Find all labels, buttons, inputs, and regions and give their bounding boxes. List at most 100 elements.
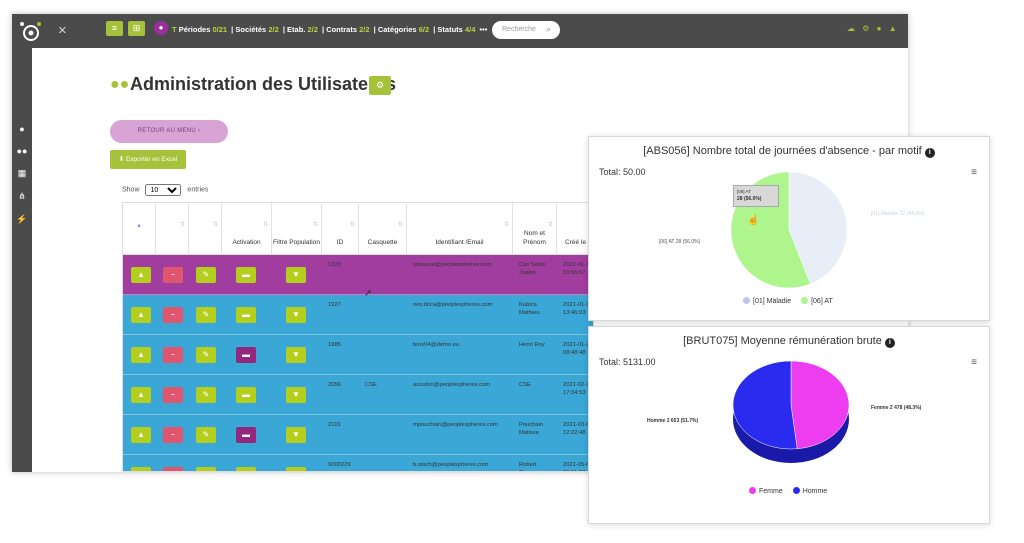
gear-icon[interactable]: ⚙ [862,24,869,33]
absence-pie-chart[interactable] [589,137,991,322]
logo-icon[interactable] [18,20,42,44]
more-filters-icon[interactable]: ••• [479,25,487,34]
activation-button[interactable]: ▬ [236,267,256,283]
activation-button[interactable]: ▬ [236,427,256,443]
close-icon[interactable]: × [58,22,67,39]
edit-button[interactable]: ✎ [196,347,216,363]
legend-item-at[interactable]: [06] AT [793,297,833,305]
cell-email: b.stach@peoplespheres.com [413,462,489,468]
table-row[interactable]: ▲ − ✎ ▬ ▼ 2056 CSE acouton@peoplespheres.com CSE… [123,375,593,415]
filter-societes[interactable]: Sociétés 2/2 [235,25,278,34]
filter-statuts[interactable]: Statuts 4/4 [437,25,475,34]
filter-bar[interactable]: T Périodes 0/21 | Sociétés 2/2 | Etab. 2… [172,25,487,34]
mouse-cursor-icon: ➚ [364,288,373,299]
edit-button[interactable]: ✎ [196,427,216,443]
cell-email: acouton@peoplespheres.com [413,382,491,388]
bell-icon[interactable]: ● [877,24,882,33]
col-header-id[interactable]: ID ⇅ [322,203,359,255]
data-label-maladie: [01] Maladie 22 (44.0%) [871,211,925,217]
hand-cursor-icon: ☝ [747,215,760,226]
col-header-email[interactable]: Identifiant /Email ⇅ [407,203,513,255]
bell-button[interactable]: ▲ [131,347,151,363]
activation-button[interactable]: ▬ [236,307,256,323]
delete-button[interactable]: − [163,467,183,471]
data-label-femme: Femme 2 478 (48.3%) [871,405,922,411]
legend-item-femme[interactable]: Femme [741,487,783,495]
table-row[interactable]: ▲ − ✎ ▬ ▼ 1985 brov04@demo.eu Henri Roy 2021-01-… [123,335,593,375]
back-to-menu-button[interactable]: RETOUR AU MENU › [110,120,228,143]
col-header-delete[interactable]: ⇅ [156,203,189,255]
user-icon[interactable]: ● [16,124,28,134]
filter-count: 2/2 [307,25,318,34]
cloud-icon[interactable]: ☁ [847,24,855,33]
bell-button[interactable]: ▲ [131,467,151,471]
sidebar: ● ●● ▦ ⋔ ⚡ [12,48,32,472]
bell-button[interactable]: ▲ [131,427,151,443]
filter-contrats[interactable]: Contrats 2/2 [326,25,369,34]
cell-nom: Robert Thomas [519,462,540,471]
filter-count: 6/2 [418,25,430,34]
top-bar: × ≡ ⊞ ● T Périodes 0/21 | Sociétés 2/2 |… [12,14,908,48]
table-row[interactable]: ▲ − ✎ ▬ ▼ 1927 nes.blica@peoplespheres.com Kubi… [123,295,593,335]
sitemap-icon[interactable]: ⋔ [16,191,28,202]
delete-button[interactable]: − [163,427,183,443]
cell-id: 1323 [328,262,341,268]
running-icon[interactable]: ⚡ [16,214,28,225]
grid-view-button[interactable]: ⊞ [128,21,145,36]
table-row[interactable]: ▲ − ✎ ▬ ▼ 2101 mpouchain@peoplespheres.com Pouc… [123,415,593,455]
filter-etab[interactable]: Etab. 2/2 [287,25,318,34]
filter-categories[interactable]: Catégories 6/2 [378,25,429,34]
activation-button[interactable]: ▬ [236,387,256,403]
col-header-casquette[interactable]: Casquette ⇅ [359,203,407,255]
edit-button[interactable]: ✎ [196,467,216,471]
user-icon[interactable]: ▲ [889,24,897,33]
filter-population-button[interactable]: ▼ [286,467,306,471]
legend-label: Femme [759,488,783,495]
cell-nom: Pouchain Matisse [519,422,544,436]
chart-tooltip: [06] AT 28 (56.0%) [733,185,779,207]
delete-button[interactable]: − [163,347,183,363]
filter-population-button[interactable]: ▼ [286,427,306,443]
cell-id: 2056 [328,382,341,388]
table-row[interactable]: ▲ − ✎ ▬ ▼ 9000229 b.stach@peoplespheres.com Rob… [123,455,593,471]
activation-button[interactable]: ▬ [236,467,256,471]
delete-button[interactable]: − [163,307,183,323]
search-input[interactable]: Recherche ⌕ [492,21,560,39]
col-header-select[interactable]: ▴ [123,203,156,255]
export-excel-button[interactable]: ⬇ Exporter en Excel [110,150,186,169]
col-header-nom[interactable]: Nom et Prénom ⇅ [513,203,557,255]
legend-item-maladie[interactable]: [01] Maladie [735,297,791,305]
entries-label: entries [187,186,209,194]
filter-population-button[interactable]: ▼ [286,307,306,323]
gear-icon[interactable]: ⚙ [369,76,391,95]
bell-button[interactable]: ▲ [131,267,151,283]
tooltip-name: [06] AT [737,189,751,194]
filter-population-button[interactable]: ▼ [286,387,306,403]
calendar-icon[interactable]: ▦ [16,168,28,179]
bell-button[interactable]: ▲ [131,387,151,403]
delete-button[interactable]: − [163,387,183,403]
entries-select[interactable]: 10 [145,184,182,196]
filter-periodes[interactable]: Périodes 0/21 [179,25,227,34]
filter-count: 4/4 [464,25,476,34]
filter-population-button[interactable]: ▼ [286,347,306,363]
table-row[interactable]: ▲ − ✎ ▬ ▼ 1323 stesseur@peoplespheres.com Cas S… [123,255,593,295]
edit-button[interactable]: ✎ [196,307,216,323]
activation-button[interactable]: ▬ [236,347,256,363]
remuneration-pie-chart[interactable] [589,327,991,525]
search-icon[interactable]: ⌕ [546,24,551,35]
settings-circle-button[interactable]: ● [154,21,168,35]
users-icon: ●● [110,76,130,93]
users-icon[interactable]: ●● [16,146,28,156]
col-header-filtre-population[interactable]: Filtre Population ⇅ [272,203,322,255]
filter-population-button[interactable]: ▼ [286,267,306,283]
edit-button[interactable]: ✎ [196,267,216,283]
col-header-activation[interactable]: Activation ⇅ [222,203,272,255]
legend-item-homme[interactable]: Homme [785,487,827,495]
delete-button[interactable]: − [163,267,183,283]
bell-button[interactable]: ▲ [131,307,151,323]
list-view-button[interactable]: ≡ [106,21,123,36]
legend-dot [792,487,800,494]
col-header-edit[interactable]: ⇅ [189,203,222,255]
edit-button[interactable]: ✎ [196,387,216,403]
